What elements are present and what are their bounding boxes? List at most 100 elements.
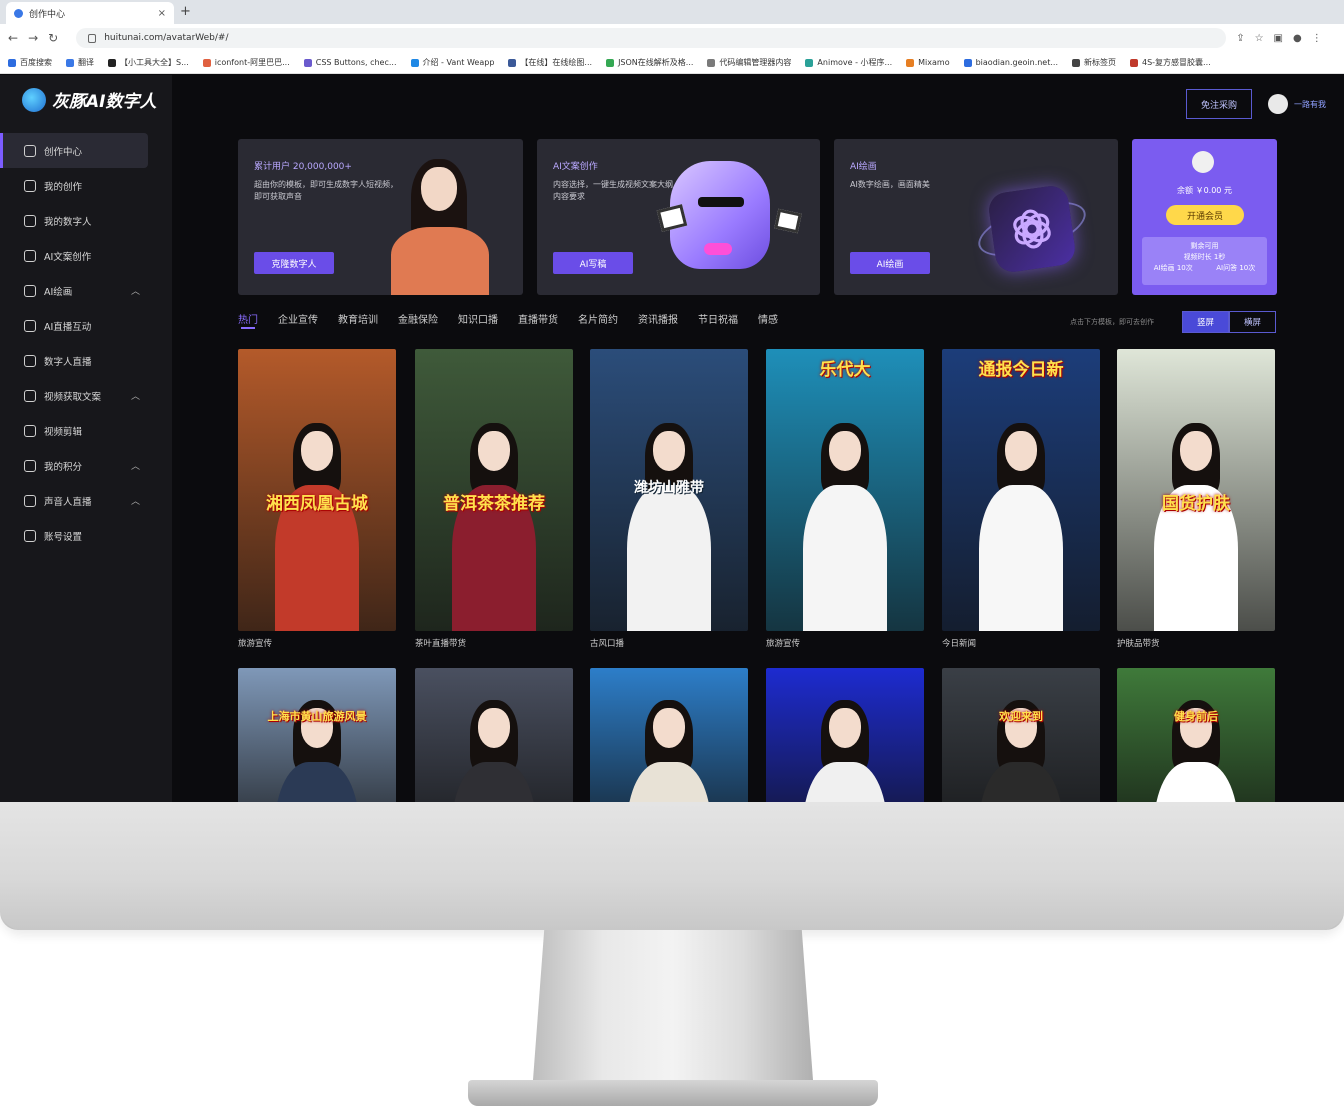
bookmark-item[interactable]: biaodian.geoin.net... (963, 58, 1058, 67)
banner-clone: 累计用户 20,000,000+ 超由你的模板，即可生成数字人短视频，即可获取声… (238, 139, 523, 295)
user-menu[interactable]: 一路有我 (1268, 94, 1326, 114)
horizontal-tab[interactable]: 横屏 (1229, 311, 1276, 333)
bookmark-item[interactable]: iconfont-阿里巴巴... (202, 57, 290, 68)
quota-title: 剩余可用 (1190, 242, 1219, 250)
sidebar-item[interactable]: 视频获取文案 ︿ (0, 378, 172, 413)
template-card[interactable]: 潍坊山雅带 古风口播 (590, 349, 748, 649)
template-thumbnail[interactable]: 健身前后 (1117, 668, 1275, 802)
template-thumbnail[interactable]: 普洱茶茶推荐 (415, 349, 573, 631)
template-card[interactable] (766, 668, 924, 802)
avatar-figure (1146, 678, 1246, 802)
statue-image (670, 161, 770, 269)
template-thumbnail[interactable]: 乐代大 (766, 349, 924, 631)
banner-title: AI绘画 (850, 162, 877, 172)
category-tab[interactable]: 金融保险 (398, 311, 438, 326)
open-button[interactable]: 免注采购 (1186, 89, 1252, 119)
menu-icon (24, 179, 36, 192)
bookmark-item[interactable]: 新标签页 (1072, 57, 1116, 68)
avatar-figure (619, 678, 719, 802)
bookmark-item[interactable]: 代码编辑管理器内容 (707, 57, 791, 68)
template-thumbnail[interactable] (766, 668, 924, 802)
category-tab[interactable]: 情感 (758, 311, 778, 326)
url-field[interactable]: huitunai.com/avatarWeb/#/ (76, 28, 1227, 48)
menu-icon[interactable]: ⋮ (1312, 33, 1322, 44)
bookmark-item[interactable]: JSON在线解析及格... (606, 57, 693, 68)
become-vip-button[interactable]: 开通会员 (1166, 205, 1244, 225)
sidebar-item[interactable]: 数字人直播 (0, 343, 172, 378)
category-tab[interactable]: 资讯播报 (638, 311, 678, 326)
bookmark-item[interactable]: 【在线】在线绘图... (508, 57, 592, 68)
thumbnail-title: 潍坊山雅带 (634, 480, 704, 496)
bookmark-icon (1130, 58, 1138, 67)
sidebar-item[interactable]: 我的积分 ︿ (0, 448, 172, 483)
menu-icon (24, 249, 36, 262)
bookmark-item[interactable]: 百度搜索 (8, 57, 52, 68)
bookmark-item[interactable]: CSS Buttons, chec... (303, 58, 397, 67)
template-thumbnail[interactable]: 湘西凤凰古城 (238, 349, 396, 631)
close-tab-icon[interactable]: × (158, 8, 166, 19)
bookmark-item[interactable]: Animove - 小程序... (805, 57, 892, 68)
bookmark-icon (606, 58, 615, 67)
ai-paint-button[interactable]: AI绘画 (850, 252, 930, 274)
thumbnail-title: 乐代大 (819, 360, 871, 380)
template-thumbnail[interactable] (590, 668, 748, 802)
ai-write-button[interactable]: AI写稿 (553, 252, 633, 274)
template-card[interactable]: 健身前后 (1117, 668, 1275, 802)
user-name: 一路有我 (1294, 99, 1326, 109)
sidebar-item[interactable]: 视频剪辑 (0, 413, 172, 448)
template-card[interactable]: 湘西凤凰古城 旅游宣传 (238, 349, 396, 649)
sidebar-item[interactable]: 我的创作 (0, 168, 172, 203)
bookmark-item[interactable]: 4S-复方感冒胶囊... (1130, 57, 1211, 68)
share-icon[interactable]: ⇪ (1236, 33, 1244, 44)
category-tab[interactable]: 直播带货 (518, 311, 558, 326)
category-tab[interactable]: 教育培训 (338, 311, 378, 326)
template-card[interactable]: 普洱茶茶推荐 茶叶直播带货 (415, 349, 573, 649)
extensions-icon[interactable]: ▣ (1274, 33, 1283, 44)
header-actions: 免注采购 一路有我 (1186, 89, 1326, 119)
sidebar-item[interactable]: 账号设置 (0, 518, 172, 553)
sidebar-item[interactable]: AI绘画 ︿ (0, 273, 172, 308)
bookmark-item[interactable]: 翻译 (66, 57, 94, 68)
category-tab[interactable]: 知识口播 (458, 311, 498, 326)
template-card[interactable] (590, 668, 748, 802)
bookmark-item[interactable]: 【小工具大全】S... (108, 57, 189, 68)
template-card[interactable]: 乐代大 旅游宣传 (766, 349, 924, 649)
bookmark-item[interactable]: 介绍 - Vant Weapp (410, 57, 494, 68)
bookmark-icon (303, 58, 312, 67)
category-tab[interactable]: 节日祝福 (698, 311, 738, 326)
profile-icon[interactable]: ● (1293, 33, 1302, 44)
browser-tab[interactable]: 创作中心 × (6, 2, 174, 24)
bookmark-item[interactable]: Mixamo (906, 58, 950, 67)
template-thumbnail[interactable]: 上海市黄山旅游风景 (238, 668, 396, 802)
sidebar-item[interactable]: 创作中心 (0, 133, 148, 168)
sidebar-item[interactable]: 声音人直播 ︿ (0, 483, 172, 518)
sidebar-item[interactable]: AI直播互动 (0, 308, 172, 343)
screen: 创作中心 × + ← → ↻ huitunai.com/avatarWeb/#/… (0, 0, 1344, 802)
category-tab[interactable]: 企业宣传 (278, 311, 318, 326)
template-thumbnail[interactable]: 国货护肤 (1117, 349, 1275, 631)
template-card[interactable]: 欢迎来到 (942, 668, 1100, 802)
template-thumbnail[interactable]: 欢迎来到 (942, 668, 1100, 802)
template-card[interactable]: 上海市黄山旅游风景 (238, 668, 396, 802)
forward-icon[interactable]: → (28, 31, 38, 45)
sidebar-item[interactable]: 我的数字人 (0, 203, 172, 238)
template-card[interactable]: 通报今日新 今日新闻 (942, 349, 1100, 649)
banner-title: AI文案创作 (553, 162, 598, 172)
new-tab-button[interactable]: + (180, 4, 191, 19)
template-thumbnail[interactable]: 通报今日新 (942, 349, 1100, 631)
template-thumbnail[interactable] (415, 668, 573, 802)
back-icon[interactable]: ← (8, 31, 18, 45)
template-thumbnail[interactable]: 潍坊山雅带 (590, 349, 748, 631)
avatar-figure (795, 678, 895, 802)
clone-avatar-button[interactable]: 克隆数字人 (254, 252, 334, 274)
vertical-tab[interactable]: 竖屏 (1182, 311, 1229, 333)
template-card[interactable] (415, 668, 573, 802)
brand-logo[interactable]: 灰豚AI数字人 (22, 87, 156, 112)
category-tab[interactable]: 名片简约 (578, 311, 618, 326)
menu-icon (24, 459, 36, 472)
category-tab[interactable]: 热门 (238, 311, 258, 329)
reload-icon[interactable]: ↻ (48, 31, 58, 45)
star-icon[interactable]: ☆ (1255, 33, 1264, 44)
template-card[interactable]: 国货护肤 护肤品带货 (1117, 349, 1275, 649)
sidebar-item[interactable]: AI文案创作 (0, 238, 172, 273)
